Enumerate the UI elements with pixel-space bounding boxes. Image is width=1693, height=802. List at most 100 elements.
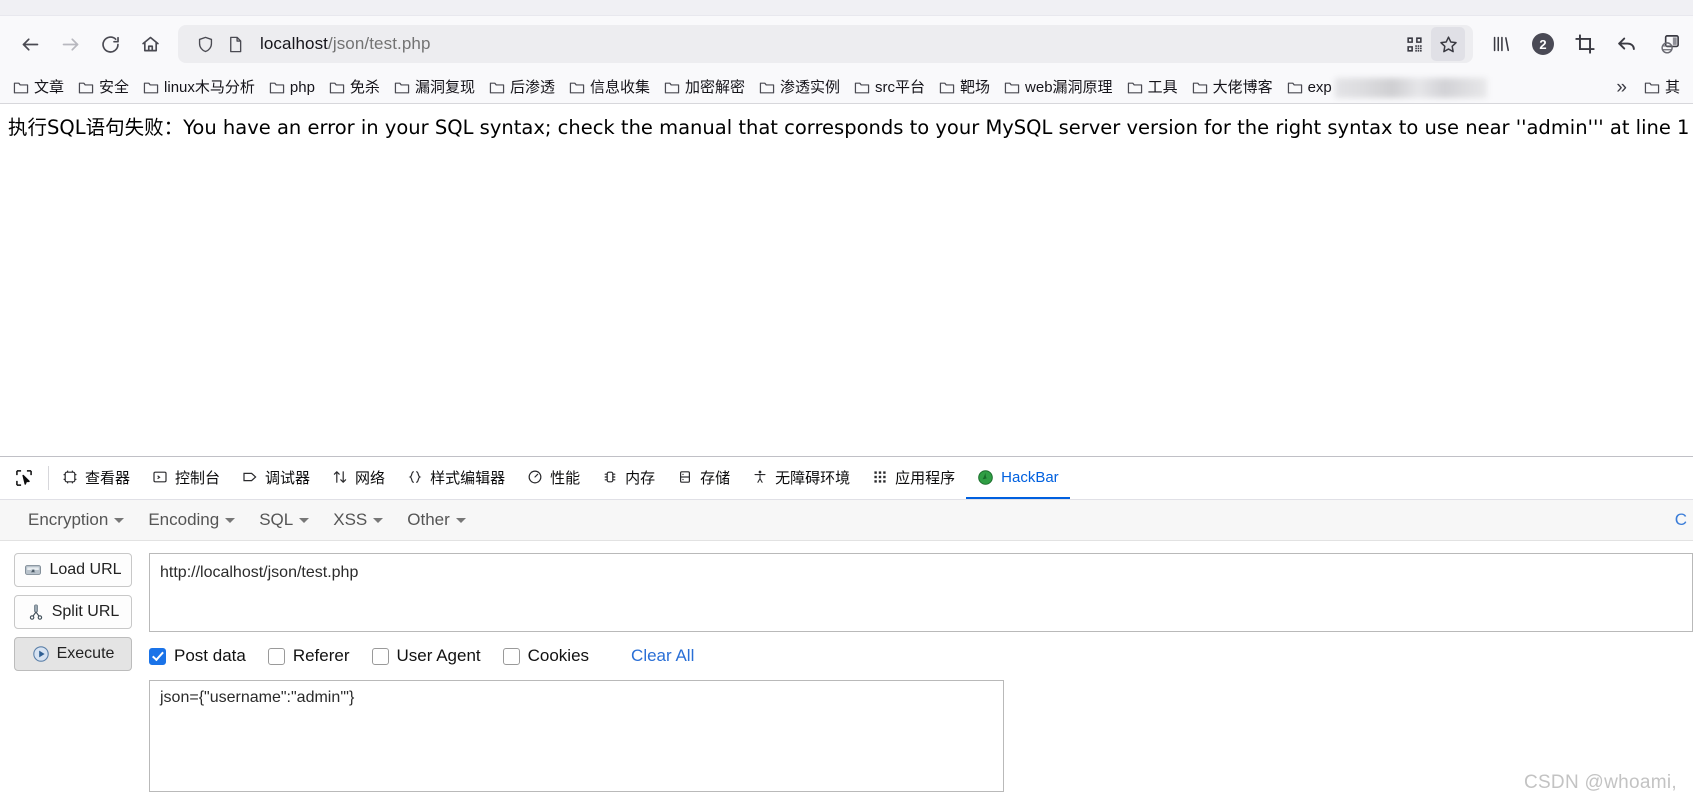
hackbar-menu-sql[interactable]: SQL (247, 505, 321, 535)
bookmark-star-button[interactable] (1431, 27, 1465, 61)
folder-icon (1004, 82, 1020, 93)
urlbar-container: localhost/json/test.php (170, 25, 1481, 63)
bookmark-folder[interactable]: 大佬博客 (1185, 77, 1280, 98)
bookmark-folder[interactable]: 加密解密 (657, 77, 752, 98)
bookmark-folder[interactable]: 漏洞复现 (387, 77, 482, 98)
sidebar-panel-icon (1660, 34, 1679, 54)
forward-button[interactable] (50, 24, 90, 64)
cookies-checkbox[interactable]: Cookies (502, 646, 589, 666)
hackbar-menu-encoding[interactable]: Encoding (136, 505, 247, 535)
load-url-button[interactable]: Load URL (14, 553, 132, 587)
folder-icon (1287, 82, 1302, 93)
checkbox-box (371, 647, 389, 665)
bookmark-folder[interactable]: 免杀 (322, 77, 387, 98)
library-button[interactable] (1481, 24, 1521, 64)
arrow-right-icon (62, 37, 78, 51)
home-button[interactable] (130, 24, 170, 64)
devtools-tab-console[interactable]: 控制台 (141, 457, 231, 499)
hackbar-menu-label: Encoding (148, 510, 220, 529)
arrow-left-icon (22, 37, 38, 51)
devtools-tab-accessibility[interactable]: 无障碍环境 (741, 457, 861, 499)
devtools-tab-label: 调试器 (265, 469, 311, 487)
hackbar-options-row: Post data Referer User Agent Cookies Cle… (149, 632, 1693, 680)
address-bar[interactable]: localhost/json/test.php (178, 25, 1473, 63)
screenshot-button[interactable] (1565, 24, 1605, 64)
devtools-tab-storage[interactable]: 存储 (666, 457, 741, 499)
bookmark-folder[interactable]: 渗透实例 (752, 77, 847, 98)
devtools-tab-inspector[interactable]: 查看器 (51, 457, 141, 499)
bookmark-folder[interactable]: exp (1280, 77, 1339, 98)
devtools-tab-network[interactable]: 网络 (321, 457, 396, 499)
hackbar-menu-encryption[interactable]: Encryption (16, 505, 136, 535)
qr-code-button[interactable] (1397, 27, 1431, 61)
inspector-icon (62, 469, 78, 485)
bookmark-label: 漏洞复现 (414, 79, 475, 96)
chevron-down-icon (114, 517, 125, 523)
devtools-tab-hackbar[interactable]: HackBar (966, 457, 1070, 499)
bookmark-folder[interactable]: 工具 (1120, 77, 1185, 98)
bookmark-label: 加密解密 (684, 79, 745, 96)
element-picker-button[interactable] (0, 457, 46, 499)
hackbar-button-label: Split URL (51, 603, 120, 620)
bookmark-label: 工具 (1147, 79, 1178, 96)
split-url-button[interactable]: Split URL (14, 595, 132, 629)
hackbar-menu-label: Other (407, 510, 450, 529)
checkbox-box (267, 647, 285, 665)
tracking-protection-button[interactable] (190, 29, 220, 59)
back-button[interactable] (10, 24, 50, 64)
clear-all-link[interactable]: Clear All (631, 646, 694, 666)
bookmark-label: 安全 (99, 79, 130, 96)
bookmark-folder[interactable]: web漏洞原理 (997, 77, 1120, 98)
user-agent-checkbox[interactable]: User Agent (371, 646, 481, 666)
hackbar-menubar-overflow-label[interactable]: C (1675, 510, 1687, 530)
bookmark-label: exp (1307, 79, 1332, 96)
bookmark-label: 后渗透 (509, 79, 555, 96)
sidebar-panel-button[interactable] (1649, 24, 1689, 64)
bookmarks-overflow-button[interactable]: » (1606, 77, 1637, 99)
folder-icon (1192, 82, 1207, 93)
post-data-checkbox[interactable]: Post data (149, 646, 246, 666)
folder-icon (394, 82, 410, 93)
chevron-down-icon (455, 517, 466, 523)
bookmark-folder[interactable]: src平台 (847, 77, 932, 98)
url-host: localhost (260, 34, 328, 53)
hackbar-menu-xss[interactable]: XSS (321, 505, 395, 535)
devtools-tab-style-editor[interactable]: 样式编辑器 (396, 457, 516, 499)
hackbar-menu-label: Encryption (28, 510, 109, 529)
devtools-tab-performance[interactable]: 性能 (516, 457, 591, 499)
bookmark-folder[interactable]: 文章 (6, 77, 71, 98)
devtools-tab-application[interactable]: 应用程序 (861, 457, 966, 499)
bookmark-folder[interactable]: php (262, 77, 322, 98)
execute-button[interactable]: Execute (14, 637, 132, 671)
devtools-tab-label: 存储 (700, 469, 731, 487)
screenshot-crop-icon (1575, 34, 1595, 54)
undo-close-tab-icon (1618, 37, 1635, 51)
post-data-input[interactable] (149, 680, 1004, 792)
screenshot-root: localhost/json/test.php 2 文章 安全 linux木马分… (0, 0, 1693, 802)
bookmark-folder[interactable]: linux木马分析 (136, 77, 262, 98)
referer-checkbox[interactable]: Referer (267, 646, 350, 666)
devtools-tab-label: 无障碍环境 (775, 469, 851, 487)
devtools-tab-label: 应用程序 (895, 469, 956, 487)
folder-icon (1644, 82, 1660, 93)
bookmark-folder-truncated[interactable]: 其 (1637, 77, 1687, 98)
url-input[interactable] (149, 553, 1693, 632)
library-icon (1493, 36, 1510, 52)
folder-icon (854, 82, 870, 93)
hackbar-menu-other[interactable]: Other (395, 505, 478, 535)
navigation-toolbar: localhost/json/test.php 2 (0, 16, 1693, 72)
url-text[interactable]: localhost/json/test.php (250, 34, 1397, 54)
bookmark-folder[interactable]: 信息收集 (562, 77, 657, 98)
container-tabs-button[interactable]: 2 (1523, 24, 1563, 64)
bookmark-folder[interactable]: 靶场 (932, 77, 997, 98)
bookmark-folder[interactable]: 后渗透 (482, 77, 562, 98)
devtools-tab-debugger[interactable]: 调试器 (231, 457, 321, 499)
reload-button[interactable] (90, 24, 130, 64)
folder-icon (489, 82, 505, 93)
page-document-icon (229, 36, 241, 52)
bookmark-folder[interactable]: 安全 (71, 77, 136, 98)
split-url-icon (29, 604, 42, 620)
devtools-tab-memory[interactable]: 内存 (591, 457, 666, 499)
devtools-tab-label: 内存 (625, 469, 656, 487)
undo-close-tab-button[interactable] (1607, 24, 1647, 64)
